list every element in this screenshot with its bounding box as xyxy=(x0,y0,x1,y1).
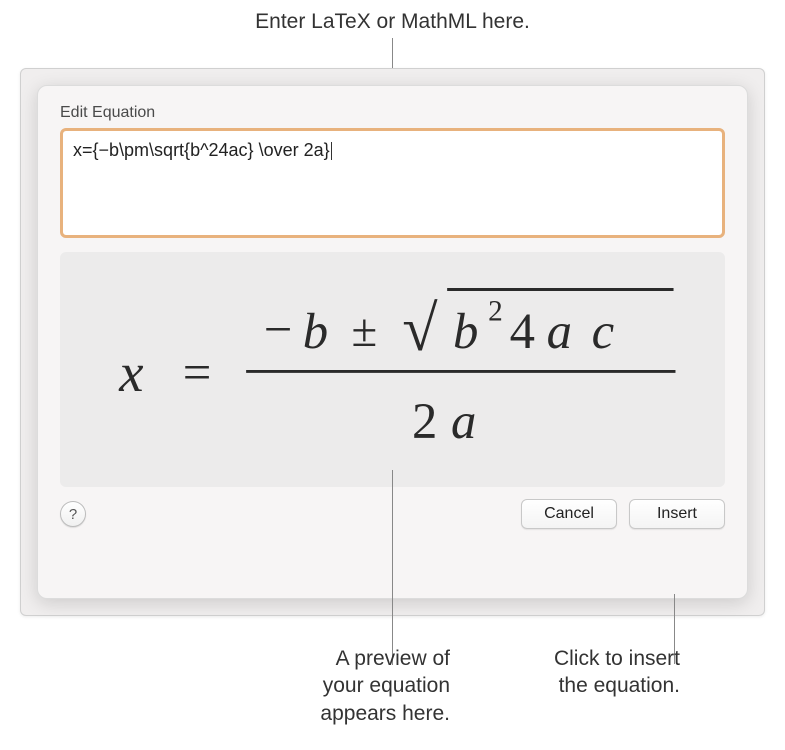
svg-text:x: x xyxy=(118,342,143,403)
svg-text:a: a xyxy=(547,303,572,359)
svg-text:2: 2 xyxy=(488,296,503,328)
svg-text:=: = xyxy=(183,344,212,400)
equation-input[interactable]: x={−b\pm\sqrt{b^24ac} \over 2a} xyxy=(60,128,725,238)
dialog-title: Edit Equation xyxy=(60,104,725,122)
equation-preview-svg: x = − b ± √ b 2 4 a c 2 xyxy=(90,262,695,477)
svg-text:b: b xyxy=(453,303,478,359)
button-group: Cancel Insert xyxy=(521,499,725,529)
cancel-button[interactable]: Cancel xyxy=(521,499,617,529)
leader-line-preview xyxy=(392,470,393,665)
svg-text:4: 4 xyxy=(510,303,535,359)
equation-input-wrapper[interactable]: x={−b\pm\sqrt{b^24ac} \over 2a} xyxy=(60,128,725,238)
svg-text:a: a xyxy=(451,393,476,449)
callout-insert-label: Click to insertthe equation. xyxy=(470,645,680,700)
svg-text:√: √ xyxy=(402,293,438,364)
svg-text:−: − xyxy=(264,301,293,357)
svg-text:b: b xyxy=(303,303,328,359)
callout-preview-label: A preview ofyour equationappears here. xyxy=(230,645,450,727)
equation-preview: x = − b ± √ b 2 4 a c 2 xyxy=(60,252,725,487)
svg-text:±: ± xyxy=(352,305,378,357)
help-button[interactable]: ? xyxy=(60,501,86,527)
help-icon: ? xyxy=(69,506,77,523)
callout-input-label: Enter LaTeX or MathML here. xyxy=(255,10,530,34)
svg-text:c: c xyxy=(592,303,615,359)
svg-text:2: 2 xyxy=(412,393,437,449)
insert-button[interactable]: Insert xyxy=(629,499,725,529)
